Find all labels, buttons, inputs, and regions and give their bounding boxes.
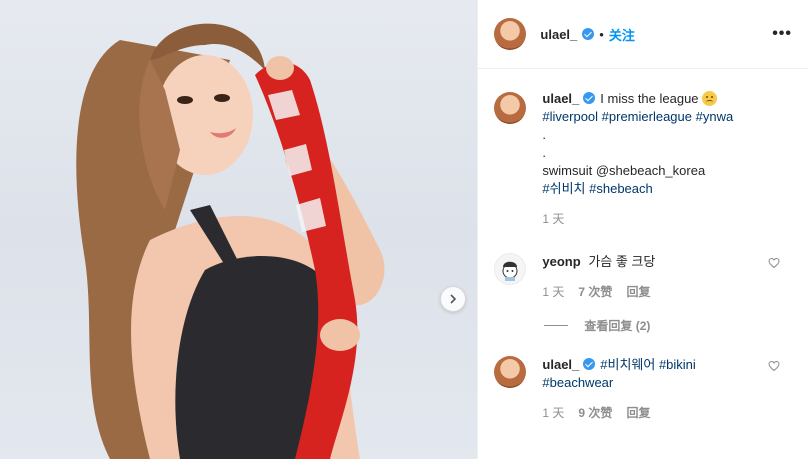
replies-divider [544,325,569,326]
verified-badge-icon [582,28,595,40]
sad-face-emoji-icon [702,91,718,106]
post-caption: ulael_ I miss the league #liverpool #prem… [494,90,794,228]
caption-author-avatar[interactable] [494,92,527,124]
caption-hashtags[interactable]: #liverpool #premierleague #ynwa [542,108,733,126]
caption-body: ulael_ I miss the league #liverpool #prem… [542,90,733,228]
caption-hashtags-2[interactable]: #쉬비치 #shebeach [542,180,733,198]
caption-username[interactable]: ulael_ [542,91,579,106]
chevron-right-icon [450,294,457,304]
comment-timestamp[interactable]: 1 天 [542,283,564,301]
view-replies-label: 查看回复 (2) [584,319,651,333]
commenter-avatar[interactable] [494,356,527,388]
comment-timestamp[interactable]: 1 天 [542,404,564,422]
cartoon-avatar-icon [502,261,518,281]
photo-illustration [76,23,385,459]
caption-dot-line: . [542,127,547,142]
view-replies-button[interactable]: 查看回复 (2) [544,317,650,334]
reply-button[interactable]: 回复 [626,283,650,301]
comment-username[interactable]: yeonp [542,254,580,269]
caption-swimsuit-credit: swimsuit @shebeach_korea [542,163,706,178]
comment-item: yeonp 가슴 좋 크당 1 天 7 次赞 回复 [494,253,794,301]
caption-timestamp[interactable]: 1 天 [542,210,733,228]
heart-icon[interactable] [768,257,780,269]
post-header: ulael_ • 关注 ••• [478,0,808,69]
comment-meta: 1 天 9 次赞 回复 [542,404,794,422]
post-photo[interactable] [0,0,478,459]
follow-button[interactable]: 关注 [609,25,635,44]
post-side-panel: ulael_ • 关注 ••• ulael_ I miss the league … [477,0,808,459]
caption-dot-line: . [542,145,547,160]
comment-body: ulael_ #비치웨어 #bikini #beachwear 1 天 9 次赞 … [542,356,794,422]
verified-badge-icon [583,358,596,370]
comment-meta: 1 天 7 次赞 回复 [542,283,794,301]
comment-hashtags-2[interactable]: #beachwear [542,374,794,392]
instagram-post-view: ulael_ • 关注 ••• ulael_ I miss the league … [0,0,808,459]
verified-badge-icon [583,92,596,104]
commenter-avatar[interactable] [494,253,527,285]
comment-likes[interactable]: 9 次赞 [578,404,612,422]
comment-hashtags[interactable]: #비치웨어 #bikini [600,357,696,372]
comment-body: yeonp 가슴 좋 크당 1 天 7 次赞 回复 [542,253,794,301]
comment-item: ulael_ #비치웨어 #bikini #beachwear 1 天 9 次赞 … [494,356,794,422]
caption-text: I miss the league [600,91,699,106]
author-avatar[interactable] [494,18,527,50]
separator-dot: • [599,26,604,42]
author-username[interactable]: ulael_ [540,27,577,42]
more-options-icon[interactable]: ••• [772,25,792,43]
next-photo-button[interactable] [440,286,466,312]
reply-button[interactable]: 回复 [626,404,650,422]
comment-username[interactable]: ulael_ [542,357,579,372]
comment-likes[interactable]: 7 次赞 [578,283,612,301]
heart-icon[interactable] [768,360,780,372]
comment-text: 가슴 좋 크당 [588,254,656,269]
